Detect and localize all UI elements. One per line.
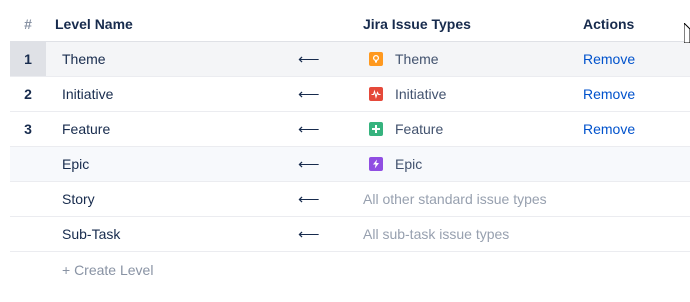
issue-type-label: Epic xyxy=(395,156,423,172)
mapping-arrow-icon: ⟵ xyxy=(298,226,320,243)
level-name: Theme xyxy=(62,51,106,67)
header-level-name: Level Name xyxy=(55,15,133,32)
issue-type-label: Initiative xyxy=(395,86,447,102)
level-name: Sub-Task xyxy=(62,226,121,242)
mapping-arrow-icon: ⟵ xyxy=(298,156,320,173)
header-issue-types: Jira Issue Types xyxy=(363,15,471,32)
levels-table: # Level Name Jira Issue Types Actions 1 … xyxy=(10,6,690,287)
table-header: # Level Name Jira Issue Types Actions xyxy=(10,6,690,42)
level-name: Epic xyxy=(62,156,90,172)
level-name: Initiative xyxy=(62,86,114,102)
create-level-row: + Create Level xyxy=(10,252,690,287)
mapping-arrow-icon: ⟵ xyxy=(298,86,320,103)
level-name: Feature xyxy=(62,121,111,137)
table-row-initiative[interactable]: 2 Initiative ⟵ Initiative Remove xyxy=(10,77,690,112)
row-number: 3 xyxy=(24,121,32,137)
row-number xyxy=(10,147,46,181)
row-number xyxy=(10,182,46,216)
remove-button[interactable]: Remove xyxy=(583,112,635,146)
issue-type-cell: Epic xyxy=(363,147,422,181)
lightbulb-icon xyxy=(369,52,383,66)
hierarchy-levels-panel: # Level Name Jira Issue Types Actions 1 … xyxy=(0,0,690,302)
lightning-icon xyxy=(369,157,383,171)
remove-button[interactable]: Remove xyxy=(583,42,635,76)
remove-button[interactable]: Remove xyxy=(583,77,635,111)
table-row-theme[interactable]: 1 Theme ⟵ Theme Remove xyxy=(10,42,690,77)
row-number xyxy=(10,217,46,251)
issue-type-cell: Theme xyxy=(363,42,439,76)
table-row-story: Story ⟵ All other standard issue types xyxy=(10,182,690,217)
plus-icon xyxy=(369,122,383,136)
header-actions: Actions xyxy=(583,15,635,32)
mapping-arrow-icon: ⟵ xyxy=(298,51,320,68)
row-number: 1 xyxy=(10,42,46,76)
create-level-button[interactable]: + Create Level xyxy=(62,252,153,287)
row-number: 2 xyxy=(24,86,32,102)
issue-type-cell: Initiative xyxy=(363,77,446,111)
pulse-icon xyxy=(369,87,383,101)
issue-type-label: All sub-task issue types xyxy=(363,226,510,242)
table-row-feature[interactable]: 3 Feature ⟵ Feature Remove xyxy=(10,112,690,147)
issue-type-cell: Feature xyxy=(363,112,443,146)
issue-type-label: Feature xyxy=(395,121,444,137)
table-row-epic: Epic ⟵ Epic xyxy=(10,147,690,182)
header-number: # xyxy=(24,15,32,32)
issue-type-label: All other standard issue types xyxy=(363,191,547,207)
mouse-cursor-icon xyxy=(684,23,690,43)
table-row-sub-task: Sub-Task ⟵ All sub-task issue types xyxy=(10,217,690,252)
level-name: Story xyxy=(62,191,95,207)
issue-type-label: Theme xyxy=(395,51,439,67)
mapping-arrow-icon: ⟵ xyxy=(298,121,320,138)
mapping-arrow-icon: ⟵ xyxy=(298,191,320,208)
